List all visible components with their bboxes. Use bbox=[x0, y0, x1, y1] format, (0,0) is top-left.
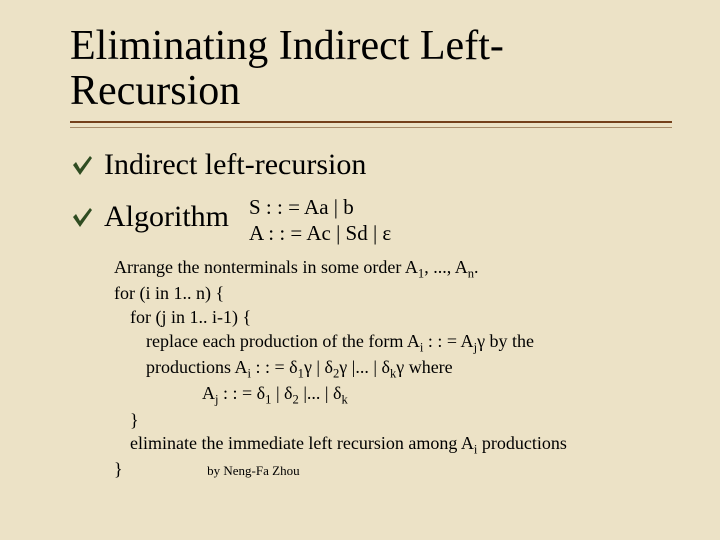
t: Arrange the nonterminals in some order A bbox=[114, 257, 418, 277]
algo-line-6: Aj : : = δ1 | δ2 |... | δk bbox=[114, 382, 672, 408]
bullet-algorithm: Algorithm bbox=[70, 200, 229, 234]
algorithm-row: Algorithm S : : = Aa | b A : : = Ac | Sd… bbox=[70, 200, 672, 247]
bullet-indirect: Indirect left-recursion bbox=[70, 148, 672, 182]
bullet-indirect-label: Indirect left-recursion bbox=[104, 148, 366, 182]
byline: by Neng-Fa Zhou bbox=[127, 463, 299, 478]
title-underline bbox=[70, 127, 672, 128]
t: . bbox=[474, 257, 479, 277]
bullet-algorithm-label: Algorithm bbox=[104, 200, 229, 234]
title-line-1: Eliminating Indirect Left- bbox=[70, 23, 504, 69]
title-line-2: Recursion bbox=[70, 68, 240, 114]
algo-line-3: for (j in 1.. i-1) { bbox=[114, 306, 672, 330]
grammar-line-2: A : : = Ac | Sd | ε bbox=[249, 220, 391, 246]
t: γ by the bbox=[477, 331, 534, 351]
t: eliminate the immediate left recursion a… bbox=[130, 433, 474, 453]
algorithm-body: Arrange the nonterminals in some order A… bbox=[114, 256, 672, 482]
sub: k bbox=[342, 393, 348, 407]
t: } bbox=[114, 459, 123, 479]
t: : : = δ bbox=[251, 357, 298, 377]
algo-line-5: productions Ai : : = δ1γ | δ2γ |... | δk… bbox=[114, 356, 672, 382]
t: γ |... | δ bbox=[339, 357, 390, 377]
t: , ..., A bbox=[424, 257, 468, 277]
t: productions A bbox=[146, 357, 248, 377]
grammar-block: S : : = Aa | b A : : = Ac | Sd | ε bbox=[249, 194, 391, 247]
algo-line-1: Arrange the nonterminals in some order A… bbox=[114, 256, 672, 282]
algo-line-8: eliminate the immediate left recursion a… bbox=[114, 432, 672, 458]
slide: Eliminating Indirect Left- Recursion Ind… bbox=[0, 0, 720, 502]
t: | δ bbox=[271, 383, 292, 403]
page-title: Eliminating Indirect Left- Recursion bbox=[70, 24, 672, 123]
t: A bbox=[202, 383, 215, 403]
algo-line-7: } bbox=[114, 409, 672, 433]
t: |... | δ bbox=[299, 383, 342, 403]
t: γ where bbox=[396, 357, 452, 377]
check-icon bbox=[70, 153, 94, 177]
grammar-line-1: S : : = Aa | b bbox=[249, 194, 391, 220]
algo-line-4: replace each production of the form Ai :… bbox=[114, 330, 672, 356]
t: : : = A bbox=[423, 331, 473, 351]
check-icon bbox=[70, 205, 94, 229]
t: γ | δ bbox=[304, 357, 333, 377]
t: replace each production of the form A bbox=[146, 331, 420, 351]
algo-line-2: for (i in 1.. n) { bbox=[114, 282, 672, 306]
t: : : = δ bbox=[219, 383, 266, 403]
t: productions bbox=[477, 433, 567, 453]
algo-line-9: } by Neng-Fa Zhou bbox=[114, 458, 672, 482]
